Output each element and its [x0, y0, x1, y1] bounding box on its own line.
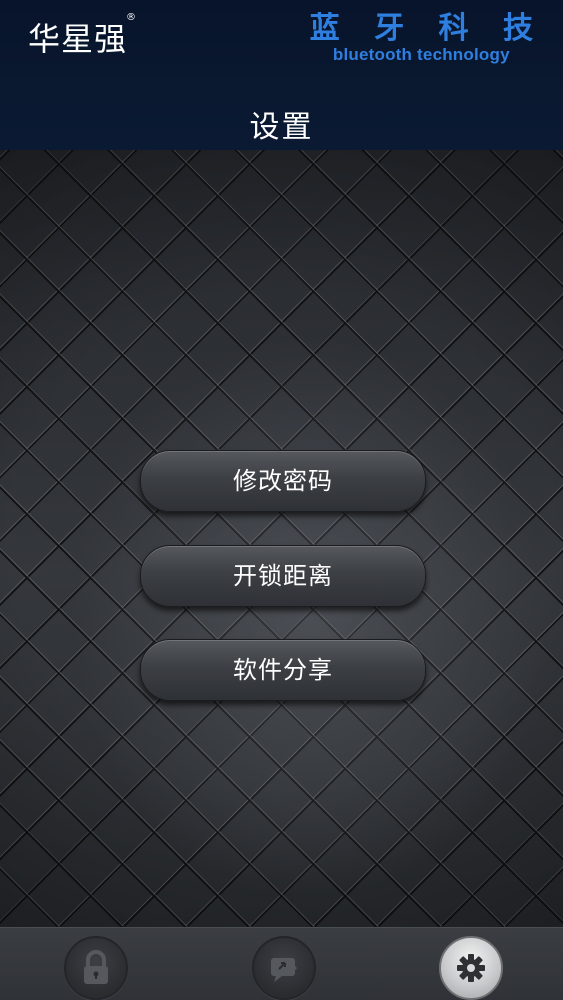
page-title: 设置: [249, 110, 314, 145]
settings-content: 修改密码 开锁距离 软件分享: [0, 150, 563, 927]
share-icon: [271, 958, 298, 982]
brand-logo-left: 华星强 ®: [28, 12, 136, 60]
brand-tagline-cn: 蓝 牙 科 技: [309, 11, 545, 46]
app-screen: 华星强 ® 蓝 牙 科 技 bluetooth technology 设置 修改密…: [0, 0, 563, 1000]
tab-lock[interactable]: [64, 936, 128, 1000]
lock-icon: [84, 950, 108, 984]
tab-settings[interactable]: [439, 936, 503, 1000]
brand-logo-right: 蓝 牙 科 技 bluetooth technology: [310, 12, 533, 64]
tab-share[interactable]: [252, 936, 316, 1000]
header-bar: 华星强 ® 蓝 牙 科 技 bluetooth technology 设置: [0, 0, 563, 150]
brand-tagline-en: bluetooth technology: [332, 45, 510, 64]
change-password-button[interactable]: 修改密码: [140, 450, 426, 512]
gear-icon: [457, 954, 485, 982]
registered-mark: ®: [126, 12, 138, 23]
share-app-button[interactable]: 软件分享: [140, 639, 426, 701]
unlock-distance-button[interactable]: 开锁距离: [140, 545, 426, 607]
brand-name: 华星强: [28, 20, 128, 58]
bottom-tab-bar: [0, 927, 563, 1000]
